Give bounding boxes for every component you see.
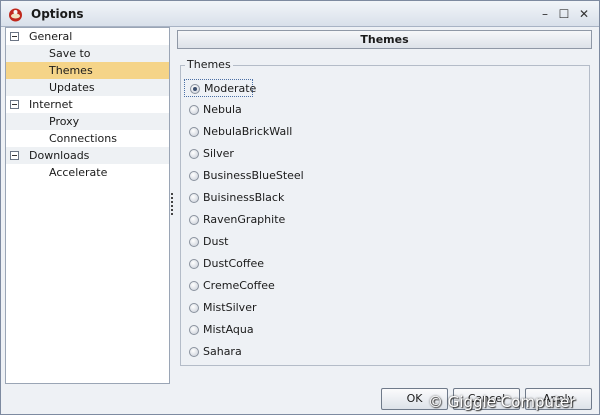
options-window: Options – ☐ ✕ General Save to Themes Upd…	[0, 0, 600, 415]
theme-option-nebulabrickwall[interactable]: NebulaBrickWall	[184, 123, 294, 141]
tree-item-internet[interactable]: Internet	[6, 96, 169, 113]
theme-option-label: MistAqua	[203, 323, 254, 336]
radio-icon[interactable]	[189, 259, 199, 269]
minimize-icon[interactable]: –	[537, 6, 553, 22]
tree-item-label: Internet	[29, 98, 73, 111]
theme-option-silver[interactable]: Silver	[184, 145, 294, 163]
window-title: Options	[31, 7, 84, 21]
theme-option-mistsilver[interactable]: MistSilver	[184, 299, 294, 317]
tree-item-label: Downloads	[29, 149, 90, 162]
collapse-icon[interactable]	[10, 100, 19, 109]
collapse-icon[interactable]	[10, 32, 19, 41]
theme-option-label: DustCoffee	[203, 257, 265, 270]
theme-option-label: BusinessBlueSteel	[203, 169, 304, 182]
radio-icon[interactable]	[189, 237, 199, 247]
radio-selected-icon[interactable]	[190, 84, 200, 94]
theme-option-label: Silver	[203, 147, 234, 160]
tree-item-updates[interactable]: Updates	[6, 79, 169, 96]
tree-item-save-to[interactable]: Save to	[6, 45, 169, 62]
tree-item-label: Connections	[49, 132, 117, 145]
title-bar[interactable]: Options – ☐ ✕	[1, 1, 599, 27]
splitter-handle[interactable]	[171, 193, 173, 215]
tree-item-accelerate[interactable]: Accelerate	[6, 164, 169, 181]
tree-item-label: General	[29, 30, 73, 43]
radio-icon[interactable]	[189, 105, 199, 115]
radio-icon[interactable]	[189, 149, 199, 159]
radio-icon[interactable]	[189, 127, 199, 137]
theme-option-buisinessblack[interactable]: BuisinessBlack	[184, 189, 294, 207]
panel-header: Themes	[177, 30, 592, 49]
theme-option-label: RavenGraphite	[203, 213, 286, 226]
radio-icon[interactable]	[189, 171, 199, 181]
tree-item-proxy[interactable]: Proxy	[6, 113, 169, 130]
theme-option-dust[interactable]: Dust	[184, 233, 294, 251]
tree-item-connections[interactable]: Connections	[6, 130, 169, 147]
options-tree: General Save to Themes Updates Internet …	[5, 27, 170, 384]
themes-group-label: Themes	[185, 58, 233, 71]
theme-option-label: MistSilver	[203, 301, 257, 314]
tree-item-themes[interactable]: Themes	[6, 62, 169, 79]
theme-option-label: BuisinessBlack	[203, 191, 285, 204]
watermark-text: © Giggle Computer	[428, 393, 576, 411]
close-icon[interactable]: ✕	[576, 6, 592, 22]
theme-option-mistaqua[interactable]: MistAqua	[184, 321, 294, 339]
tree-item-label: Themes	[49, 64, 93, 77]
theme-option-label: CremeCoffee	[203, 279, 275, 292]
tree-item-general[interactable]: General	[6, 28, 169, 45]
radio-icon[interactable]	[189, 281, 199, 291]
theme-option-label: Moderate	[204, 82, 257, 95]
maximize-icon[interactable]: ☐	[556, 6, 572, 22]
radio-icon[interactable]	[189, 215, 199, 225]
theme-option-label: Dust	[203, 235, 229, 248]
radio-icon[interactable]	[189, 347, 199, 357]
app-logo-icon	[9, 8, 22, 22]
theme-option-ravengraphite[interactable]: RavenGraphite	[184, 211, 294, 229]
radio-icon[interactable]	[189, 193, 199, 203]
theme-option-sahara[interactable]: Sahara	[184, 343, 294, 361]
tree-item-label: Accelerate	[49, 166, 108, 179]
radio-icon[interactable]	[189, 303, 199, 313]
tree-item-label: Proxy	[49, 115, 80, 128]
tree-item-downloads[interactable]: Downloads	[6, 147, 169, 164]
theme-option-label: NebulaBrickWall	[203, 125, 293, 138]
tree-item-label: Updates	[49, 81, 95, 94]
collapse-icon[interactable]	[10, 151, 19, 160]
theme-option-moderate[interactable]: Moderate	[184, 79, 257, 97]
theme-option-cremecoffee[interactable]: CremeCoffee	[184, 277, 294, 295]
theme-option-businessbluesteel[interactable]: BusinessBlueSteel	[184, 167, 304, 185]
theme-option-label: Sahara	[203, 345, 242, 358]
radio-icon[interactable]	[189, 325, 199, 335]
theme-option-nebula[interactable]: Nebula	[184, 101, 294, 119]
theme-option-dustcoffee[interactable]: DustCoffee	[184, 255, 294, 273]
tree-item-label: Save to	[49, 47, 91, 60]
theme-option-label: Nebula	[203, 103, 242, 116]
